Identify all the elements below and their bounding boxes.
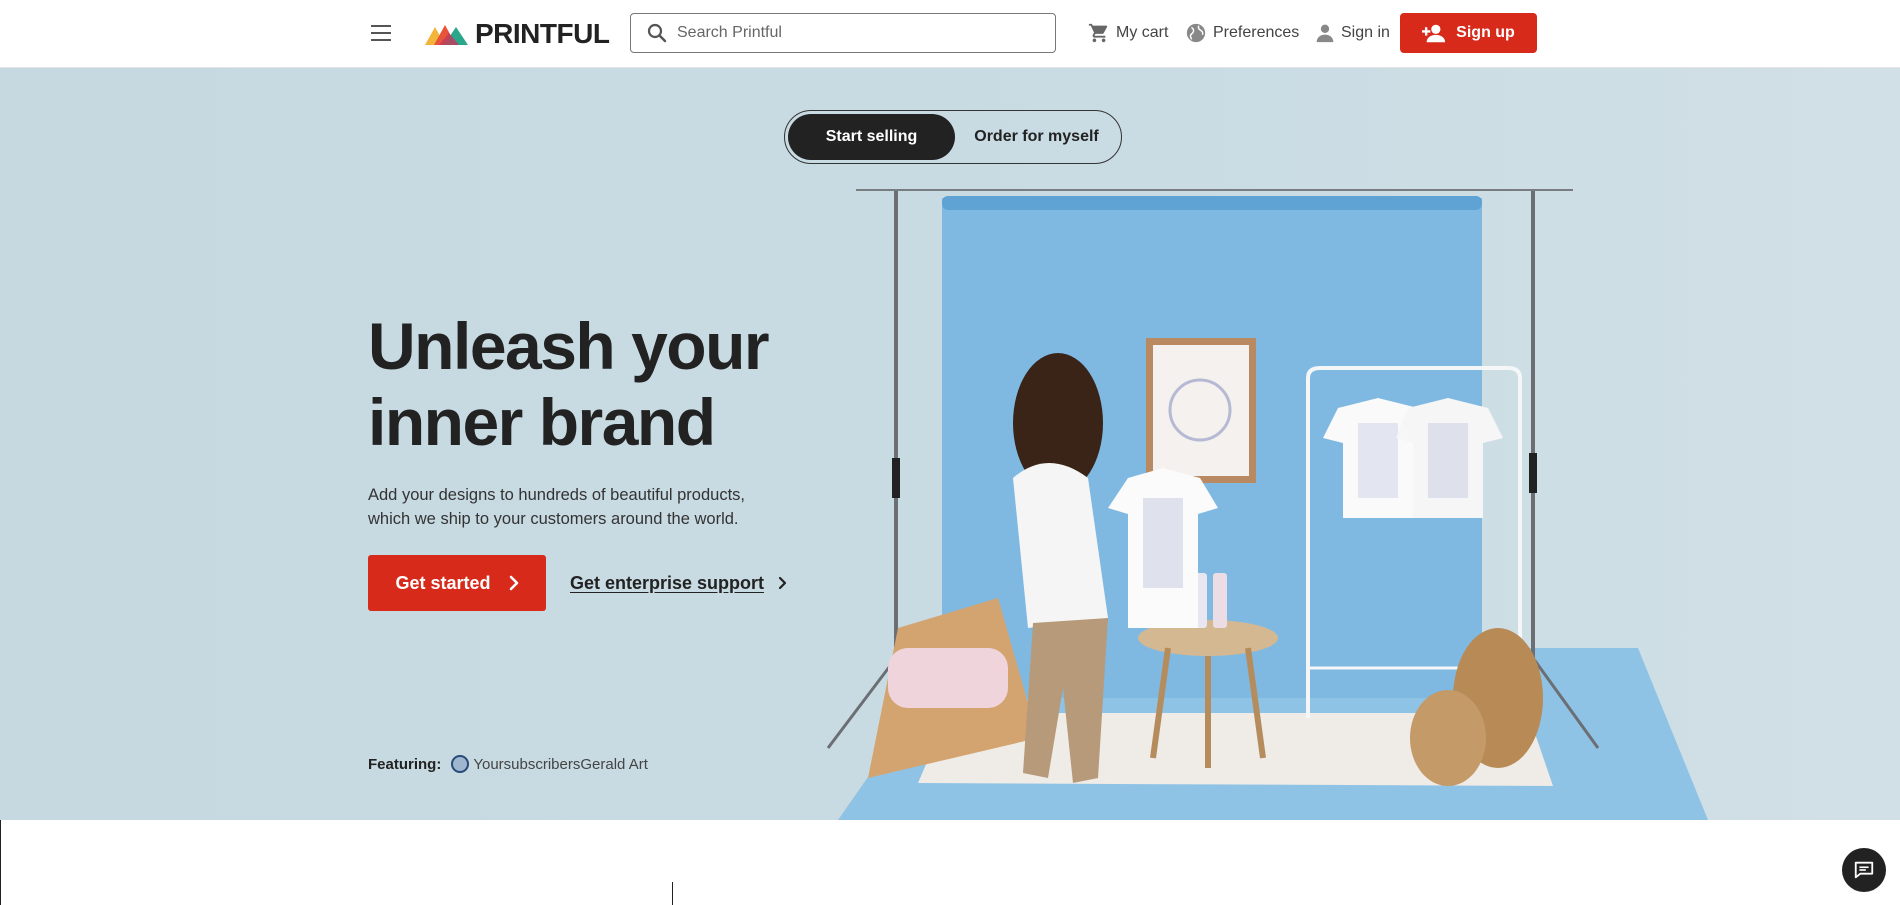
signup-button[interactable]: Sign up: [1400, 13, 1537, 53]
basket-2: [1410, 690, 1486, 786]
chat-button[interactable]: [1842, 848, 1886, 892]
cart-icon: [1088, 23, 1108, 43]
chat-icon: [1854, 861, 1874, 879]
toggle-start-selling[interactable]: Start selling: [788, 114, 955, 160]
top-header: PRINTFUL My cart Preferences Sign in Sig…: [0, 0, 1900, 68]
audience-toggle: Start selling Order for myself: [784, 110, 1122, 164]
printful-logo-mark-icon: [425, 25, 468, 45]
person-icon: [1316, 24, 1334, 43]
headline-line-2: inner brand: [368, 385, 716, 459]
featured-creator-name: YoursubscribersGerald Art: [473, 755, 648, 773]
toggle-order-for-myself[interactable]: Order for myself: [955, 114, 1118, 160]
get-started-label: Get started: [395, 572, 491, 593]
hero-headline: Unleash your inner brand: [368, 308, 788, 460]
featuring-label: Featuring:: [368, 755, 442, 773]
chevron-right-icon: [509, 575, 518, 591]
enterprise-support-label: Get enterprise support: [570, 572, 765, 593]
menu-icon[interactable]: [368, 20, 394, 46]
headline-line-1: Unleash your: [368, 309, 770, 383]
globe-icon: [1186, 23, 1206, 43]
search-bar[interactable]: [630, 13, 1056, 53]
cart-label: My cart: [1116, 24, 1169, 41]
text-cursor: [672, 882, 673, 905]
preferences-label: Preferences: [1213, 24, 1300, 41]
get-started-button[interactable]: Get started: [368, 555, 546, 611]
signin-label: Sign in: [1341, 24, 1390, 41]
signup-label: Sign up: [1456, 24, 1515, 41]
hero-studio-illustration: [826, 189, 1708, 820]
creator-avatar: [451, 755, 470, 773]
hero-section: Start selling Order for myself Unleash y…: [0, 68, 1900, 820]
search-icon: [637, 13, 677, 53]
featured-creator[interactable]: YoursubscribersGerald Art: [451, 755, 648, 773]
add-person-icon: [1422, 24, 1446, 43]
chevron-right-icon: [778, 576, 787, 590]
page-divider-left: [0, 820, 1, 905]
signin-link[interactable]: Sign in: [1315, 20, 1390, 46]
backdrop-roll: [942, 196, 1482, 210]
logo-text: PRINTFUL: [475, 18, 610, 49]
search-input[interactable]: [677, 24, 1037, 42]
featuring-row: Featuring: YoursubscribersGerald Art: [368, 755, 648, 773]
printful-logo[interactable]: PRINTFUL: [425, 18, 610, 49]
hero-subtext: Add your designs to hundreds of beautifu…: [368, 486, 745, 528]
enterprise-support-link[interactable]: Get enterprise support: [570, 568, 787, 598]
preferences-link[interactable]: Preferences: [1185, 20, 1299, 46]
cart-link[interactable]: My cart: [1088, 20, 1168, 46]
